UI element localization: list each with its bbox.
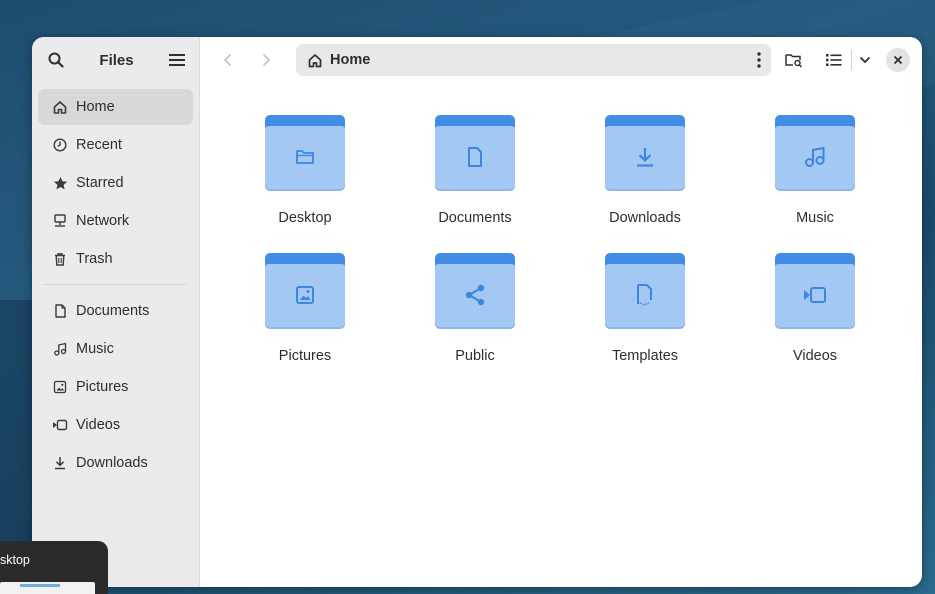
hamburger-menu-icon[interactable]: [167, 50, 187, 70]
path-bar[interactable]: Home: [296, 44, 771, 76]
video-icon: [775, 261, 855, 329]
picture-icon: [52, 379, 68, 395]
sidebar-item-label: Documents: [76, 303, 150, 319]
toolbar-divider: [851, 50, 852, 70]
download-icon: [52, 455, 68, 471]
folder-icon: [605, 249, 685, 331]
share-icon: [435, 261, 515, 329]
sidebar-item-music[interactable]: Music: [38, 331, 193, 367]
workspace-thumbnail: [0, 582, 95, 594]
folder-label: Desktop: [278, 210, 332, 226]
folder-icon: [265, 249, 345, 331]
folder-icon: [775, 111, 855, 193]
document-icon: [52, 303, 68, 319]
sidebar-item-videos[interactable]: Videos: [38, 407, 193, 443]
sidebar-item-label: Videos: [76, 417, 121, 433]
folder-icon: [605, 111, 685, 193]
sidebar-item-label: Starred: [76, 175, 124, 191]
folder-label: Music: [796, 210, 834, 226]
folder-documents[interactable]: Documents: [390, 111, 560, 233]
sidebar-header: Files: [32, 37, 199, 83]
trash-icon: [52, 251, 68, 267]
folder-music[interactable]: Music: [730, 111, 900, 233]
sidebar-item-trash[interactable]: Trash: [38, 241, 193, 277]
video-icon: [52, 417, 68, 433]
home-icon: [52, 99, 68, 115]
list-view-button[interactable]: [819, 45, 849, 75]
sidebar-places: Home Recent Starred Network Trash Docume…: [32, 83, 199, 489]
workspace-label: sktop: [0, 553, 30, 567]
view-options-dropdown[interactable]: [854, 45, 876, 75]
sidebar-item-label: Network: [76, 213, 130, 229]
sidebar: Files Home Recent Starred Network Trash …: [32, 37, 200, 587]
sidebar-item-label: Home: [76, 99, 115, 115]
music-icon: [775, 123, 855, 191]
folder-desktop[interactable]: Desktop: [220, 111, 390, 233]
folder-pictures[interactable]: Pictures: [220, 249, 390, 371]
close-button[interactable]: [886, 48, 910, 72]
forward-button[interactable]: [252, 46, 280, 74]
more-options-icon[interactable]: [757, 52, 761, 68]
sidebar-item-recent[interactable]: Recent: [38, 127, 193, 163]
folder-search-icon: [785, 52, 803, 68]
search-folder-button[interactable]: [779, 45, 809, 75]
folder-label: Templates: [611, 348, 679, 364]
folder-label: Videos: [792, 348, 838, 364]
path-label: Home: [330, 52, 371, 68]
folder-grid: Desktop Documents Downloads Music Pictur…: [220, 111, 900, 371]
sidebar-item-downloads[interactable]: Downloads: [38, 445, 193, 481]
home-icon: [308, 53, 322, 68]
folder-label: Pictures: [278, 348, 332, 364]
sidebar-item-label: Pictures: [76, 379, 129, 395]
folder-label: Public: [455, 348, 495, 364]
sidebar-item-documents[interactable]: Documents: [38, 293, 193, 329]
header-bar: Home: [200, 37, 922, 83]
chevron-down-icon: [859, 56, 871, 64]
sidebar-item-network[interactable]: Network: [38, 203, 193, 239]
search-icon[interactable]: [46, 50, 66, 70]
content-area: Home Desktop Documents Downloads Music P…: [200, 37, 922, 587]
download-icon: [605, 123, 685, 191]
document-icon: [435, 123, 515, 191]
folder-videos[interactable]: Videos: [730, 249, 900, 371]
star-icon: [52, 175, 68, 191]
sidebar-item-starred[interactable]: Starred: [38, 165, 193, 201]
sidebar-item-home[interactable]: Home: [38, 89, 193, 125]
sidebar-item-label: Downloads: [76, 455, 148, 471]
list-view-icon: [826, 53, 842, 67]
close-icon: [893, 55, 903, 65]
folder-icon: [775, 249, 855, 331]
folder-templates[interactable]: Templates: [560, 249, 730, 371]
folder-glyph-icon: [265, 123, 345, 191]
picture-icon: [265, 261, 345, 329]
folder-icon: [265, 111, 345, 193]
sidebar-divider: [44, 284, 187, 285]
folder-icon: [435, 111, 515, 193]
sidebar-item-label: Trash: [76, 251, 113, 267]
back-button[interactable]: [214, 46, 242, 74]
folder-downloads[interactable]: Downloads: [560, 111, 730, 233]
sidebar-item-label: Music: [76, 341, 114, 357]
sidebar-item-pictures[interactable]: Pictures: [38, 369, 193, 405]
music-icon: [52, 341, 68, 357]
sidebar-item-label: Recent: [76, 137, 122, 153]
folder-label: Documents: [438, 210, 512, 226]
files-window: Files Home Recent Starred Network Trash …: [32, 37, 922, 587]
network-icon: [52, 213, 68, 229]
folder-label: Downloads: [609, 210, 681, 226]
workspace-preview[interactable]: sktop: [0, 541, 108, 594]
clock-icon: [52, 137, 68, 153]
template-icon: [605, 261, 685, 329]
app-title: Files: [99, 51, 134, 69]
folder-icon: [435, 249, 515, 331]
folder-public[interactable]: Public: [390, 249, 560, 371]
